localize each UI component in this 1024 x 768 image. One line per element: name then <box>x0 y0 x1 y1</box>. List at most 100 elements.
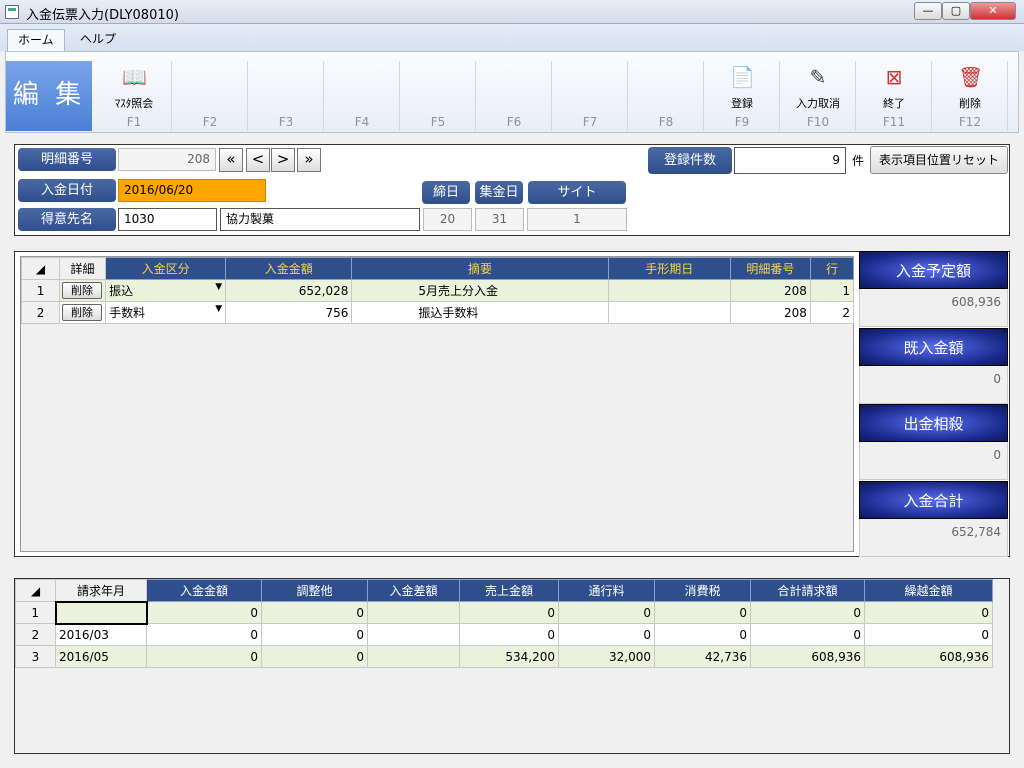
billing-cell[interactable]: 608,936 <box>864 645 993 668</box>
billing-cell[interactable]: 0 <box>864 623 993 646</box>
dropdown-arrow-icon[interactable]: ▼ <box>215 304 222 314</box>
row-number: 1 <box>15 601 56 624</box>
customer-code-field[interactable]: 1030 <box>118 208 217 231</box>
billing-cell[interactable]: 32,000 <box>558 645 655 668</box>
amount-cell[interactable]: 756 <box>225 301 353 324</box>
table-row[interactable]: 2 削除 手数料 ▼ 756 振込手数料 208 2 <box>20 301 855 324</box>
tab-home[interactable]: ホーム <box>7 29 65 51</box>
table-row[interactable]: 2 2016/03 0 0 0 0 0 0 0 <box>15 623 993 646</box>
window-title: 入金伝票入力(DLY08010) <box>26 8 179 23</box>
billing-cell[interactable]: 0 <box>558 601 655 624</box>
due-date-cell[interactable] <box>607 279 731 302</box>
billing-cell[interactable]: 42,736 <box>654 645 751 668</box>
next-record-button[interactable]: > <box>271 148 295 172</box>
billing-cell[interactable]: 0 <box>459 623 559 646</box>
last-record-button[interactable]: » <box>297 148 321 172</box>
billing-cell[interactable] <box>54 600 148 625</box>
count-label: 登録件数 <box>648 147 732 174</box>
payment-type-select[interactable]: 手数料 ▼ <box>105 301 227 324</box>
fkey-f4-button[interactable]: F4 <box>324 61 400 131</box>
billing-cell[interactable] <box>367 623 460 646</box>
register-icon: 📄 <box>730 65 755 89</box>
billing-cell[interactable]: 0 <box>146 623 262 646</box>
col-header-payment-type[interactable]: 入金区分 <box>105 257 227 280</box>
detail-no-cell: 208 <box>729 301 811 324</box>
tab-help[interactable]: ヘルプ <box>70 29 126 51</box>
delete-row-button[interactable]: 削除 <box>62 282 103 299</box>
fkey-f6-button[interactable]: F6 <box>476 61 552 131</box>
fkey-f11-button[interactable]: ⊠ 終了 F11 <box>856 61 932 131</box>
col-header-detail-no[interactable]: 明細番号 <box>729 257 811 280</box>
detail-no-field[interactable]: 208 <box>118 148 216 171</box>
fkey-f8-button[interactable]: F8 <box>628 61 704 131</box>
billing-cell[interactable]: 2016/03 <box>55 623 147 646</box>
col-header-tax[interactable]: 消費税 <box>654 579 751 602</box>
exit-icon: ⊠ <box>885 65 903 89</box>
table-row[interactable]: 10000000 <box>15 600 993 625</box>
fkey-f1-button[interactable]: 📖 ﾏｽﾀ照会 F1 <box>96 61 172 131</box>
billing-cell[interactable] <box>367 645 460 668</box>
billing-cell[interactable]: 0 <box>654 601 751 624</box>
minimize-button[interactable]: — <box>914 2 942 20</box>
fkey-f12-button[interactable]: 🗑 削除 F12 <box>932 61 1008 131</box>
col-header-carryover[interactable]: 繰越金額 <box>864 579 993 602</box>
billing-cell[interactable]: 608,936 <box>750 645 865 668</box>
line-cell: 1 <box>809 279 855 302</box>
billing-cell[interactable]: 0 <box>261 601 368 624</box>
due-date-cell[interactable] <box>607 301 731 324</box>
billing-cell[interactable]: 0 <box>146 601 262 624</box>
fkey-key: F1 <box>126 115 142 129</box>
col-header-amount[interactable]: 入金金額 <box>225 257 353 280</box>
ribbon-tab-bar: ホーム ヘルプ <box>0 24 1024 51</box>
first-record-button[interactable]: « <box>219 148 243 172</box>
fkey-f10-button[interactable]: ✎ 入力取消 F10 <box>780 61 856 131</box>
site-field: 1 <box>527 208 627 231</box>
grid-corner: ◢ <box>20 257 61 280</box>
col-header-sales[interactable]: 売上金額 <box>459 579 559 602</box>
billing-cell[interactable]: 0 <box>654 623 751 646</box>
billing-cell[interactable]: 2016/05 <box>55 645 147 668</box>
dropdown-arrow-icon[interactable]: ▼ <box>215 282 222 292</box>
billing-cell[interactable]: 0 <box>146 645 262 668</box>
billing-cell[interactable]: 0 <box>261 645 368 668</box>
fkey-f7-button[interactable]: F7 <box>552 61 628 131</box>
amount-cell[interactable]: 652,028 <box>225 279 353 302</box>
detail-grid: ◢ 詳細 入金区分 入金金額 摘要 手形期日 明細番号 行 1 削除 振込 ▼ 6… <box>20 256 855 552</box>
close-button[interactable]: ✕ <box>970 2 1016 20</box>
table-row[interactable]: 1 削除 振込 ▼ 652,028 5月売上分入金 208 1 <box>20 279 855 302</box>
col-header-toll[interactable]: 通行料 <box>558 579 655 602</box>
billing-cell[interactable]: 0 <box>558 623 655 646</box>
col-header-total-billed[interactable]: 合計請求額 <box>750 579 865 602</box>
billing-cell[interactable]: 0 <box>750 623 865 646</box>
billing-cell[interactable]: 0 <box>750 601 865 624</box>
billing-cell[interactable]: 0 <box>459 601 559 624</box>
table-row[interactable]: 3 2016/05 0 0 534,200 32,000 42,736 608,936 608,… <box>15 645 993 668</box>
fkey-f3-button[interactable]: F3 <box>248 61 324 131</box>
maximize-button[interactable]: ▢ <box>942 2 970 20</box>
col-header-paid[interactable]: 入金金額 <box>146 579 262 602</box>
prev-record-button[interactable]: < <box>246 148 270 172</box>
payment-type-select[interactable]: 振込 ▼ <box>105 279 227 302</box>
col-header-memo[interactable]: 摘要 <box>351 257 609 280</box>
col-header-adjust[interactable]: 調整他 <box>261 579 368 602</box>
col-header-due-date[interactable]: 手形期日 <box>607 257 731 280</box>
col-header-billing-month: 請求年月 <box>55 579 147 602</box>
billing-cell[interactable] <box>367 601 460 624</box>
billing-cell[interactable]: 0 <box>864 601 993 624</box>
fkey-f9-button[interactable]: 📄 登録 F9 <box>704 61 780 131</box>
billing-cell[interactable]: 534,200 <box>459 645 559 668</box>
summary-already-paid: 既入金額 0 <box>859 328 1008 404</box>
delete-row-button[interactable]: 削除 <box>62 304 103 321</box>
date-field[interactable]: 2016/06/20 <box>118 179 266 202</box>
fkey-key: F8 <box>658 115 674 129</box>
billing-cell[interactable]: 0 <box>261 623 368 646</box>
col-header-line[interactable]: 行 <box>809 257 855 280</box>
fkey-key: F12 <box>958 115 982 129</box>
fkey-f5-button[interactable]: F5 <box>400 61 476 131</box>
memo-cell[interactable]: 5月売上分入金 <box>351 279 609 302</box>
memo-cell[interactable]: 振込手数料 <box>351 301 609 324</box>
fkey-f2-button[interactable]: F2 <box>172 61 248 131</box>
col-header-diff[interactable]: 入金差額 <box>367 579 460 602</box>
customer-name-field[interactable]: 協力製菓 <box>220 208 420 231</box>
reset-layout-button[interactable]: 表示項目位置リセット <box>870 146 1008 174</box>
